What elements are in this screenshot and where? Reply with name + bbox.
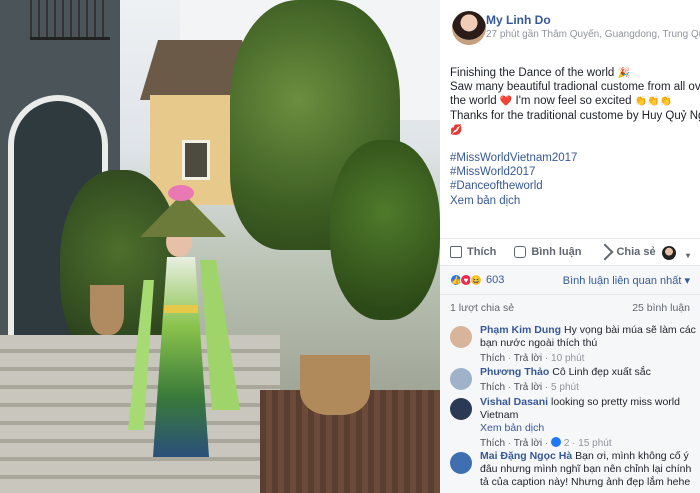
comment-time[interactable]: 10 phút — [551, 353, 584, 364]
post-line-text: I'm now feel so excited — [512, 95, 632, 108]
like-button[interactable]: Thích — [450, 246, 496, 258]
post-meta: 27 phút gần Thâm Quyến, Guangdong, Trung… — [486, 29, 700, 40]
comment-icon — [514, 246, 527, 258]
comment-body: Phương Thảo Cô Linh đẹp xuất sắc Thích ·… — [480, 366, 698, 394]
commenter-name[interactable]: Vishal Dasani — [480, 396, 548, 408]
chevron-down-icon[interactable]: ▾ — [686, 251, 690, 260]
hashtag-link[interactable]: #MissWorld2017 — [450, 165, 695, 179]
comment-like-link[interactable]: Thích — [480, 353, 505, 364]
comment-body: Mai Đặng Ngọc Hà Bạn ơi, mình không cố ý… — [480, 450, 698, 489]
author-name[interactable]: My Linh Do — [486, 13, 551, 27]
viewer-avatar[interactable] — [662, 246, 676, 260]
commenter-avatar[interactable] — [450, 398, 472, 420]
comments-list: Phạm Kim Dung Hy vọng bài múa sẽ làm các… — [440, 320, 700, 493]
post-line-text: Finishing the Dance of the world — [450, 67, 615, 79]
commenter-name[interactable]: Phạm Kim Dung — [480, 324, 561, 336]
comment-sort-dropdown[interactable]: Bình luận liên quan nhất ▾ — [563, 274, 690, 287]
reactions-row: 👍 ♥ 😆 603 Bình luận liên quan nhất ▾ — [440, 266, 700, 294]
post-body: Finishing the Dance of the world 🎉 Saw m… — [450, 66, 700, 208]
commenter-name[interactable]: Phương Thảo — [480, 366, 549, 378]
comment-body: Vishal Dasani looking so pretty miss wor… — [480, 396, 698, 450]
hashtags: #MissWorldVietnam2017 #MissWorld2017 #Da… — [450, 151, 695, 208]
heart-icon: ❤️ — [499, 96, 513, 108]
share-button[interactable]: Chia sẻ — [596, 243, 656, 261]
comment-meta: Thích · Trả lời · 10 phút — [480, 353, 585, 364]
sleeve — [200, 260, 240, 410]
post-line: the world ❤️ I'm now feel so excited 👏👏👏 — [450, 94, 695, 108]
commenter-avatar[interactable] — [450, 452, 472, 474]
comment-meta: Thích · Trả lời · 5 phút — [480, 382, 579, 393]
comment-body: Phạm Kim Dung Hy vọng bài múa sẽ làm các… — [480, 324, 698, 365]
comment-meta: Thích · Trả lời · 2 · 15 phút — [480, 437, 612, 449]
hat-flower — [168, 185, 194, 201]
post-line: Thanks for the traditional custome by Hu… — [450, 109, 700, 122]
comment-label: Bình luận — [531, 246, 582, 258]
thumbs-up-icon — [450, 246, 462, 258]
commenter-name[interactable]: Mai Đặng Ngọc Hà — [480, 450, 572, 462]
plant-pot — [300, 355, 370, 415]
post-line: Finishing the Dance of the world 🎉 — [450, 66, 695, 80]
comment-time[interactable]: 15 phút — [578, 438, 611, 449]
lips-icon: 💋 — [450, 124, 463, 136]
comment-reply-link[interactable]: Trả lời — [514, 438, 542, 449]
post-header: My Linh Do 27 phút gần Thâm Quyến, Guang… — [440, 0, 700, 56]
post-panel: My Linh Do 27 phút gần Thâm Quyến, Guang… — [440, 0, 700, 493]
see-translation-link[interactable]: Xem bản dịch — [480, 422, 698, 435]
commenter-avatar[interactable] — [450, 368, 472, 390]
author-avatar[interactable] — [452, 11, 486, 45]
post-photo[interactable] — [0, 0, 440, 493]
like-label: Thích — [467, 246, 497, 258]
clapping-hands-icon: 👏👏👏 — [634, 96, 673, 108]
reaction-count[interactable]: 603 — [486, 274, 504, 286]
post-line-text: the world — [450, 95, 497, 108]
comment-button[interactable]: Bình luận — [514, 246, 581, 258]
share-label: Chia sẻ — [616, 246, 656, 258]
share-count[interactable]: 1 lượt chia sẻ — [450, 302, 514, 314]
sleeve — [128, 280, 154, 430]
party-popper-icon: 🎉 — [617, 68, 630, 79]
post-line: 💋 — [450, 123, 695, 137]
action-bar: Thích Bình luận Chia sẻ ▾ — [440, 238, 700, 266]
hashtag-link[interactable]: #MissWorldVietnam2017 — [450, 151, 695, 165]
like-reaction-icon — [551, 437, 562, 447]
plant-pot — [90, 285, 124, 335]
see-translation-link[interactable]: Xem bản dịch — [450, 194, 695, 208]
commenter-avatar[interactable] — [450, 326, 472, 348]
comment-time[interactable]: 5 phút — [551, 382, 579, 393]
post-line: Saw many beautiful tradional custome fro… — [450, 81, 700, 94]
tree — [330, 140, 440, 320]
comment-count[interactable]: 25 bình luận — [632, 302, 690, 314]
house-window — [182, 140, 210, 180]
woman-in-ao-dai — [128, 185, 258, 485]
haha-reaction-icon[interactable]: 😆 — [470, 274, 482, 286]
comment-reply-link[interactable]: Trả lời — [514, 382, 542, 393]
comment-like-link[interactable]: Thích — [480, 382, 505, 393]
belt — [164, 305, 198, 313]
share-arrow-icon — [596, 243, 614, 261]
post-time-location[interactable]: 27 phút gần Thâm Quyến, Guangdong, Trung… — [486, 29, 700, 40]
hashtag-link[interactable]: #Danceoftheworld — [450, 179, 695, 193]
comment-text: Cô Linh đẹp xuất sắc — [552, 366, 651, 378]
comment-like-link[interactable]: Thích — [480, 438, 505, 449]
balcony-railing — [30, 0, 110, 40]
comment-reply-link[interactable]: Trả lời — [514, 353, 542, 364]
comment-reaction-count[interactable]: 2 — [564, 438, 570, 449]
shares-row: 1 lượt chia sẻ 25 bình luận — [440, 294, 700, 320]
